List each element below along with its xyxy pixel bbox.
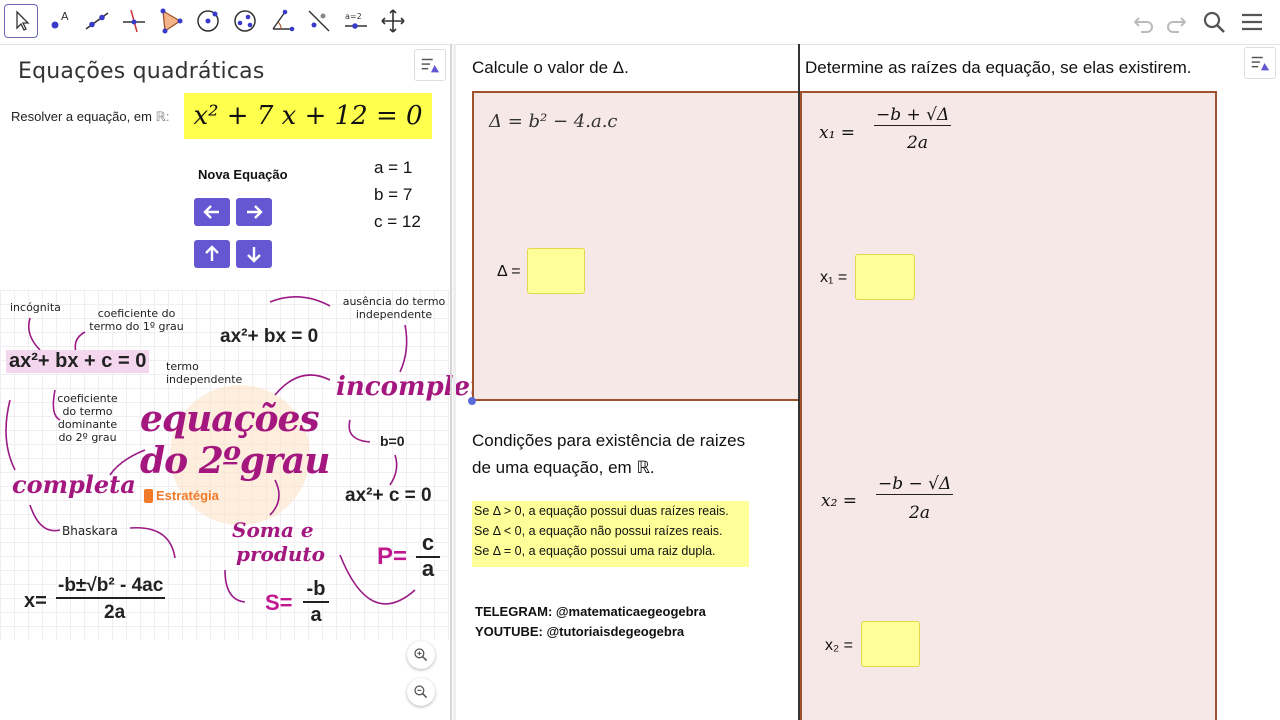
arrow-right-icon: [247, 205, 263, 219]
conic-tool-icon[interactable]: [228, 4, 262, 38]
hamburger-menu-icon[interactable]: [1238, 8, 1266, 36]
x2-formula-lhs: x₂ =: [821, 491, 858, 511]
bhaskara-denominator: 2a: [104, 602, 126, 623]
zoom-out-button[interactable]: [407, 678, 435, 706]
coef-c: c = 12: [374, 212, 421, 231]
bhaskara-lhs: x=: [24, 590, 47, 612]
delta-heading: Calcule o valor de Δ.: [472, 58, 629, 77]
angle-tool-icon[interactable]: [265, 4, 299, 38]
x1-input[interactable]: [855, 254, 915, 300]
x2-formula-denominator: 2a: [909, 503, 930, 523]
polygon-tool-icon[interactable]: [154, 4, 188, 38]
real-symbol: ℝ:: [155, 109, 170, 124]
delta-input[interactable]: [527, 248, 585, 294]
roots-heading: Determine as raízes da equação, se elas …: [805, 58, 1192, 77]
eq-ax2-c: ax²+ c = 0: [345, 485, 432, 506]
slider-tool-icon[interactable]: a=2: [339, 4, 373, 38]
label-soma-2: produto: [236, 542, 325, 566]
redo-icon[interactable]: [1162, 8, 1190, 36]
zoom-out-icon: [414, 685, 428, 699]
product-denominator: a: [421, 556, 435, 581]
panel-divider-left[interactable]: [450, 44, 452, 720]
line-tool-icon[interactable]: [80, 4, 114, 38]
brand-name: Estratégia: [156, 488, 219, 503]
label-soma-1: Soma e: [232, 518, 314, 542]
roots-box: x₁ = −b + √Δ 2a x₁ = x₂ = −b − √Δ 2a x₂ …: [800, 91, 1217, 720]
reflect-tool-icon[interactable]: [302, 4, 336, 38]
eq-full: ax²+ bx + c = 0: [6, 350, 150, 373]
arrow-up-icon: [205, 245, 219, 261]
label-coef-1: coeficiente do termo do 1º grau: [89, 307, 184, 333]
up-arrow-button[interactable]: [194, 240, 230, 268]
product-lhs: P=: [377, 543, 408, 570]
mindmap-title-2: do 2ºgrau: [140, 440, 330, 482]
sum-denominator: a: [310, 604, 322, 626]
label-termo-ind: termo independente: [166, 360, 243, 386]
undo-icon[interactable]: [1130, 8, 1158, 36]
label-completa: completa: [12, 470, 136, 499]
circle-tool-icon[interactable]: [191, 4, 225, 38]
right-panel: Determine as raízes da equação, se elas …: [800, 45, 1280, 720]
eq-ax2-bx: ax²+ bx = 0: [220, 326, 319, 347]
equation-text: x² + 7 x + 12 = 0: [193, 101, 423, 131]
arrow-left-icon: [203, 205, 219, 219]
x1-formula-denominator: 2a: [907, 133, 928, 153]
x2-label: x₂ =: [825, 637, 853, 654]
coef-a: a = 1: [374, 158, 413, 177]
equation-box: x² + 7 x + 12 = 0: [184, 93, 432, 139]
x1-formula-lhs: x₁ =: [819, 123, 856, 143]
sum-lhs: S=: [265, 590, 293, 615]
brand-logo: Estratégia: [144, 488, 219, 503]
conditions-line-2: de uma equação, em ℝ.: [472, 458, 655, 477]
brand-mark-icon: [144, 488, 153, 503]
quadratic-equations-mindmap-image: incógnita coeficiente do termo do 1º gra…: [0, 290, 499, 640]
solve-label: Resolver a equação, em: [11, 109, 152, 124]
conditions-line-1: Condições para existência de raizes: [472, 431, 746, 450]
down-arrow-button[interactable]: [236, 240, 272, 268]
svg-text:A: A: [61, 10, 69, 23]
telegram-handle: TELEGRAM: @matematicaegeogebra: [475, 604, 706, 619]
delta-label: Δ =: [497, 263, 521, 280]
right-arrow-button[interactable]: [236, 198, 272, 226]
rules-box: Se Δ > 0, a equação possui duas raízes r…: [472, 501, 749, 567]
x1-formula-numerator: −b + √Δ: [874, 105, 952, 126]
label-ausencia: ausência do termo independente: [342, 295, 446, 321]
slider-tool-label: a=2: [345, 12, 362, 21]
page-title: Equações quadráticas: [18, 59, 265, 84]
youtube-handle: YOUTUBE: @tutoriaisdegeogebra: [475, 624, 685, 639]
toolbar: A a=2: [0, 0, 1280, 45]
bhaskara-numerator: -b±√b² - 4ac: [56, 575, 166, 599]
rule-negative: Se Δ < 0, a equação não possui raízes re…: [474, 524, 723, 538]
delta-box-corner-point[interactable]: [468, 397, 476, 405]
label-incognita: incógnita: [10, 301, 61, 314]
label-bhaskara: Bhaskara: [62, 524, 118, 538]
style-bar-toggle-icon[interactable]: [414, 49, 446, 81]
solve-prompt: Resolver a equação, em ℝ:: [11, 109, 169, 125]
new-equation-label: Nova Equação: [198, 167, 288, 182]
middle-panel: Calcule o valor de Δ. Δ = b² − 4.a.c Δ =…: [456, 45, 798, 720]
x1-label: x₁ =: [820, 269, 848, 286]
style-bar-toggle-right-icon[interactable]: [1244, 47, 1276, 79]
label-b0: b=0: [380, 433, 405, 449]
move-tool-icon[interactable]: [4, 4, 38, 38]
move-graphics-tool-icon[interactable]: [376, 4, 410, 38]
point-tool-icon[interactable]: A: [43, 4, 77, 38]
x2-formula-numerator: −b − √Δ: [876, 474, 954, 495]
coef-b: b = 7: [374, 185, 413, 204]
rule-positive: Se Δ > 0, a equação possui duas raízes r…: [474, 504, 729, 518]
delta-box: Δ = b² − 4.a.c Δ =: [472, 91, 798, 401]
product-numerator: c: [416, 530, 440, 558]
mindmap-title-1: equações: [140, 398, 320, 440]
perpendicular-tool-icon[interactable]: [117, 4, 151, 38]
rule-zero: Se Δ = 0, a equação possui uma raiz dupl…: [474, 544, 716, 558]
zoom-in-button[interactable]: [407, 641, 435, 669]
zoom-in-icon: [414, 648, 428, 662]
left-arrow-button[interactable]: [194, 198, 230, 226]
delta-formula: Δ = b² − 4.a.c: [489, 111, 618, 132]
arrow-down-icon: [247, 247, 261, 263]
search-icon[interactable]: [1200, 8, 1228, 36]
sum-numerator: -b: [303, 578, 329, 603]
x2-input[interactable]: [861, 621, 920, 667]
label-coef-dom: coeficiente do termo dominante do 2º gra…: [57, 392, 118, 444]
